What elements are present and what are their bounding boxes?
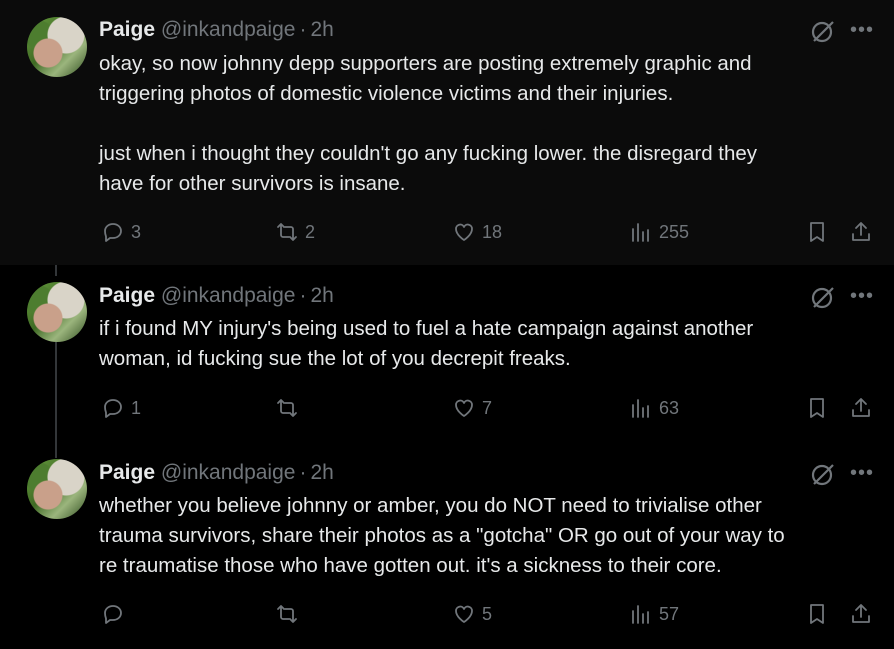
bookmark-icon bbox=[810, 222, 824, 242]
separator-dot: · bbox=[299, 18, 307, 41]
share-button[interactable] bbox=[849, 599, 873, 629]
repost-button[interactable] bbox=[275, 599, 305, 629]
views-icon bbox=[632, 605, 649, 624]
reply-icon bbox=[104, 399, 122, 418]
avatar[interactable] bbox=[27, 17, 87, 77]
tweet-actions: 3 2 18 255 bbox=[99, 217, 879, 247]
tweet-text-line: re traumatise those who have gotten out.… bbox=[99, 554, 722, 577]
tweet-actions: 5 57 bbox=[99, 599, 879, 629]
tweet[interactable]: Paige @inkandpaige · 2h ••• okay, so now j… bbox=[0, 0, 894, 265]
repost-icon bbox=[277, 399, 297, 417]
separator-dot: · bbox=[299, 284, 307, 307]
tweet-text-line: if i found MY injury's being used to fue… bbox=[99, 317, 754, 340]
reply-count: 3 bbox=[131, 221, 142, 242]
repost-button[interactable] bbox=[275, 393, 305, 423]
like-button[interactable]: 5 bbox=[452, 599, 492, 629]
author-handle[interactable]: @inkandpaige bbox=[161, 284, 296, 307]
heart-icon bbox=[455, 605, 473, 623]
tweet-text-line: whether you believe johnny or amber, you… bbox=[99, 494, 762, 517]
share-icon bbox=[852, 604, 870, 623]
tweet-text-line: okay, so now johnny depp supporters are … bbox=[99, 52, 752, 75]
author-handle[interactable]: @inkandpaige bbox=[161, 461, 296, 484]
bookmark-icon bbox=[810, 398, 824, 418]
share-icon bbox=[852, 222, 870, 241]
heart-icon bbox=[455, 399, 473, 417]
author-name[interactable]: Paige bbox=[99, 18, 155, 41]
views-button[interactable]: 57 bbox=[629, 599, 679, 629]
tweet-header: Paige @inkandpaige · 2h bbox=[99, 17, 334, 43]
author-name[interactable]: Paige bbox=[99, 461, 155, 484]
timestamp[interactable]: 2h bbox=[310, 18, 333, 41]
views-count: 63 bbox=[659, 397, 680, 418]
reply-button[interactable]: 3 bbox=[101, 217, 141, 247]
tweet-text-line: trauma survivors, share their photos as … bbox=[99, 524, 785, 547]
tweet-header: Paige @inkandpaige · 2h bbox=[99, 460, 334, 486]
tweet-actions: 1 7 63 bbox=[99, 393, 879, 423]
tweet-text-line: have for other survivors is insane. bbox=[99, 172, 406, 195]
views-count: 57 bbox=[659, 603, 680, 624]
like-count: 18 bbox=[482, 221, 503, 242]
reply-count: 1 bbox=[131, 397, 142, 418]
tweet-header: Paige @inkandpaige · 2h bbox=[99, 283, 334, 309]
bookmark-button[interactable] bbox=[805, 599, 829, 629]
views-count: 255 bbox=[659, 221, 690, 242]
tweet-text-line bbox=[99, 109, 879, 139]
like-button[interactable]: 18 bbox=[452, 217, 502, 247]
author-handle[interactable]: @inkandpaige bbox=[161, 18, 296, 41]
avatar[interactable] bbox=[27, 459, 87, 519]
timestamp[interactable]: 2h bbox=[310, 461, 333, 484]
reply-icon bbox=[104, 605, 122, 624]
repost-count: 2 bbox=[305, 221, 316, 242]
bookmark-icon bbox=[810, 604, 824, 624]
more-icon[interactable]: ••• bbox=[850, 286, 876, 309]
avatar[interactable] bbox=[27, 282, 87, 342]
timestamp[interactable]: 2h bbox=[310, 284, 333, 307]
share-button[interactable] bbox=[849, 217, 873, 247]
like-button[interactable]: 7 bbox=[452, 393, 492, 423]
reply-icon bbox=[104, 223, 122, 242]
tweet-text: whether you believe johnny or amber, you… bbox=[99, 491, 879, 581]
repost-icon bbox=[277, 223, 297, 241]
heart-icon bbox=[455, 223, 473, 241]
repost-button[interactable]: 2 bbox=[275, 217, 315, 247]
tweet[interactable]: Paige @inkandpaige · 2h ••• if i found MY … bbox=[0, 265, 894, 442]
more-icon[interactable]: ••• bbox=[850, 463, 876, 486]
views-button[interactable]: 63 bbox=[629, 393, 679, 423]
grok-icon[interactable] bbox=[810, 461, 836, 487]
more-icon[interactable]: ••• bbox=[850, 20, 876, 43]
reply-button[interactable] bbox=[101, 599, 131, 629]
like-count: 7 bbox=[482, 397, 493, 418]
bookmark-button[interactable] bbox=[805, 393, 829, 423]
repost-icon bbox=[277, 605, 297, 623]
tweet-text-line: woman, id fucking sue the lot of you dec… bbox=[99, 347, 571, 370]
tweet-text: if i found MY injury's being used to fue… bbox=[99, 314, 879, 374]
separator-dot: · bbox=[299, 461, 307, 484]
tweet-thread: Paige @inkandpaige · 2h ••• okay, so now j… bbox=[0, 0, 894, 649]
reply-button[interactable]: 1 bbox=[101, 393, 141, 423]
tweet[interactable]: Paige @inkandpaige · 2h ••• whether you be… bbox=[0, 442, 894, 649]
grok-icon[interactable] bbox=[810, 18, 836, 44]
like-count: 5 bbox=[482, 603, 493, 624]
views-icon bbox=[632, 399, 649, 418]
share-icon bbox=[852, 398, 870, 417]
tweet-text: okay, so now johnny depp supporters are … bbox=[99, 49, 879, 199]
tweet-text-line: just when i thought they couldn't go any… bbox=[99, 142, 758, 165]
views-icon bbox=[632, 223, 649, 242]
grok-icon[interactable] bbox=[810, 284, 836, 310]
views-button[interactable]: 255 bbox=[629, 217, 689, 247]
author-name[interactable]: Paige bbox=[99, 284, 155, 307]
bookmark-button[interactable] bbox=[805, 217, 829, 247]
tweet-text-line: triggering photos of domestic violence v… bbox=[99, 82, 674, 105]
share-button[interactable] bbox=[849, 393, 873, 423]
